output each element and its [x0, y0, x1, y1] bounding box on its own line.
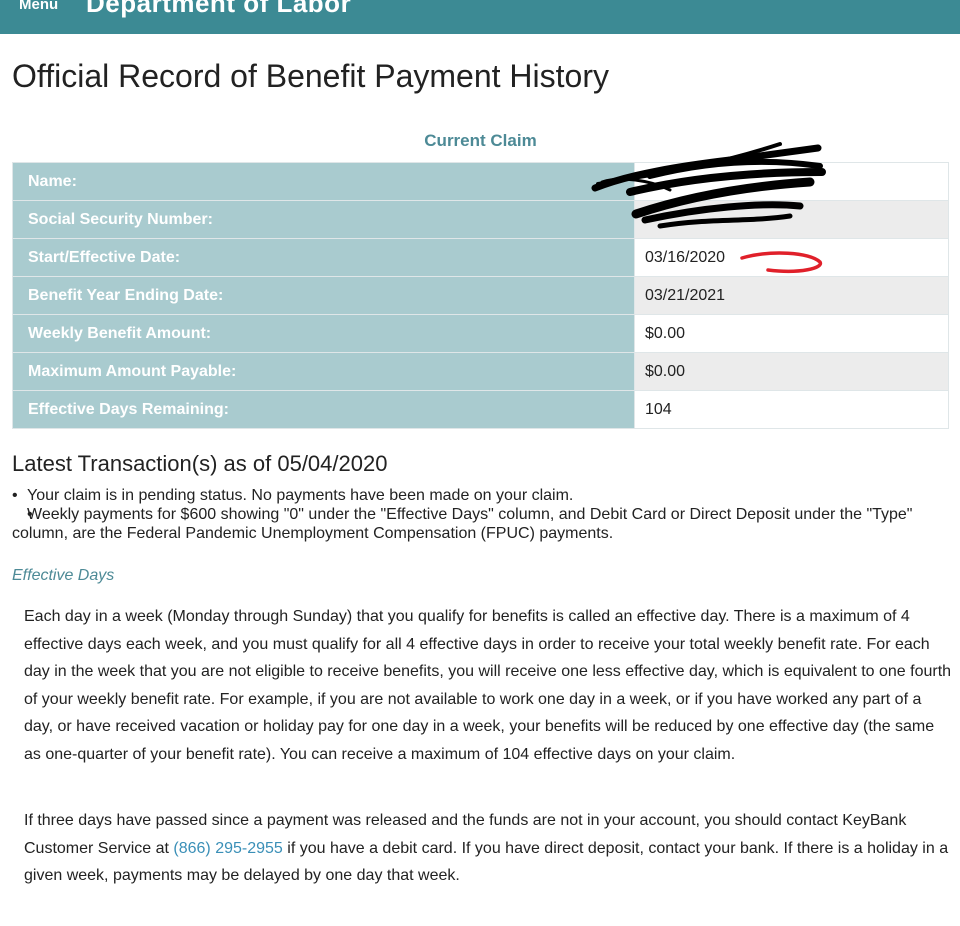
claim-label: Effective Days Remaining: [12, 390, 635, 429]
latest-transactions-list: Your claim is in pending status. No paym… [12, 486, 952, 543]
claim-row-year-end: Benefit Year Ending Date: 03/21/2021 [12, 276, 949, 315]
claim-label: Start/Effective Date: [12, 238, 635, 277]
claim-label: Benefit Year Ending Date: [12, 276, 635, 315]
claim-label: Maximum Amount Payable: [12, 352, 635, 391]
redaction-scribble [590, 136, 830, 236]
department-title: Department of Labor [86, 0, 352, 18]
effective-days-heading: Effective Days [12, 567, 115, 584]
claim-label: Social Security Number: [12, 200, 635, 239]
top-bar: Menu Department of Labor [0, 0, 960, 34]
claim-row-max-payable: Maximum Amount Payable: $0.00 [12, 352, 949, 391]
list-item: Weekly payments for $600 showing "0" und… [12, 505, 952, 543]
menu-button[interactable]: Menu [19, 0, 58, 13]
effective-days-paragraph: Each day in a week (Monday through Sunda… [24, 608, 952, 763]
claim-label: Weekly Benefit Amount: [12, 314, 635, 353]
claim-row-days-remaining: Effective Days Remaining: 104 [12, 390, 949, 429]
page-title: Official Record of Benefit Payment Histo… [12, 58, 609, 94]
latest-transactions-heading: Latest Transaction(s) as of 05/04/2020 [12, 451, 388, 476]
red-annotation-mark [740, 246, 830, 278]
claim-label: Name: [12, 162, 635, 201]
payment-contact-paragraph: If three days have passed since a paymen… [24, 807, 954, 890]
claim-row-weekly-amount: Weekly Benefit Amount: $0.00 [12, 314, 949, 353]
keybank-phone-link[interactable]: (866) 295-2955 [173, 840, 282, 857]
claim-value: 104 [634, 390, 949, 429]
claim-value: $0.00 [634, 352, 949, 391]
list-item: Your claim is in pending status. No paym… [12, 486, 952, 505]
claim-value: 03/21/2021 [634, 276, 949, 315]
claim-value: $0.00 [634, 314, 949, 353]
